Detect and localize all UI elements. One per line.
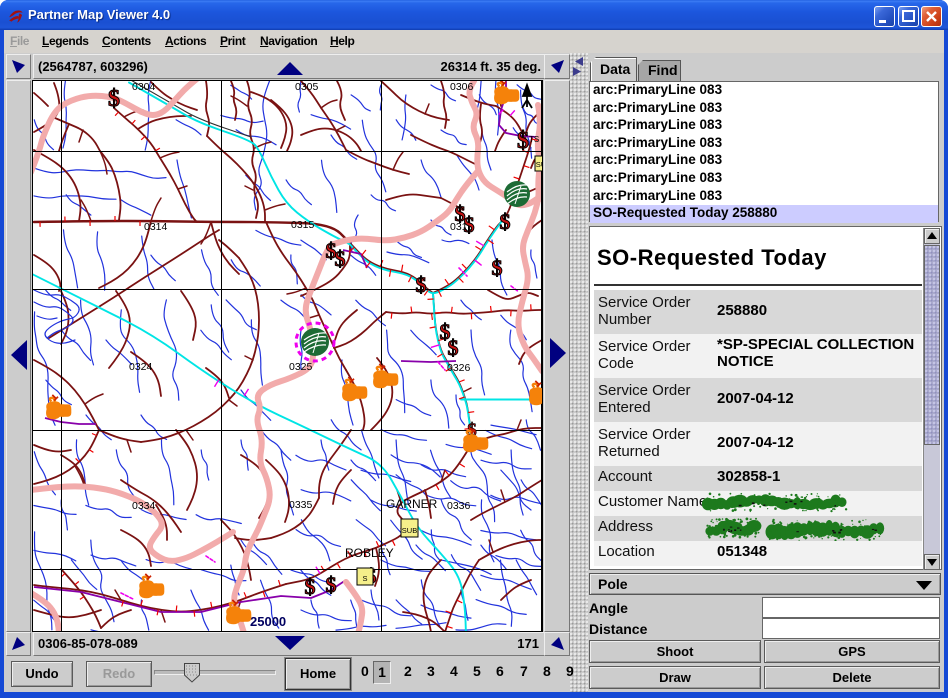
svg-text:SU: SU xyxy=(536,160,542,169)
svg-text:$: $ xyxy=(108,86,120,112)
svg-text:0334: 0334 xyxy=(132,500,156,512)
svg-text:0335: 0335 xyxy=(289,499,313,511)
svg-text:$: $ xyxy=(416,272,427,297)
svg-text:0305: 0305 xyxy=(295,81,319,93)
svg-text:0326: 0326 xyxy=(447,362,471,374)
svg-text:$: $ xyxy=(492,255,503,280)
svg-text:$: $ xyxy=(305,574,316,599)
svg-text:SUB: SUB xyxy=(402,526,417,535)
svg-text:0324: 0324 xyxy=(129,361,153,373)
svg-text:0325: 0325 xyxy=(289,361,313,373)
svg-text:$: $ xyxy=(500,209,511,234)
svg-text:TS: TS xyxy=(529,135,539,144)
svg-text:$: $ xyxy=(464,212,475,237)
svg-text:GARNER: GARNER xyxy=(386,497,438,511)
svg-text:$: $ xyxy=(335,246,346,271)
svg-text:0306: 0306 xyxy=(450,81,474,93)
svg-text:$: $ xyxy=(326,572,337,597)
svg-text:ROBLEY: ROBLEY xyxy=(345,546,394,560)
svg-text:$: $ xyxy=(448,335,459,360)
svg-text:0304: 0304 xyxy=(132,81,156,93)
svg-text:0314: 0314 xyxy=(144,221,168,233)
svg-text:$: $ xyxy=(517,128,529,154)
svg-text:S: S xyxy=(362,574,367,583)
svg-text:25000: 25000 xyxy=(250,614,286,629)
svg-text:0336: 0336 xyxy=(447,500,471,512)
svg-text:0315: 0315 xyxy=(291,219,315,231)
